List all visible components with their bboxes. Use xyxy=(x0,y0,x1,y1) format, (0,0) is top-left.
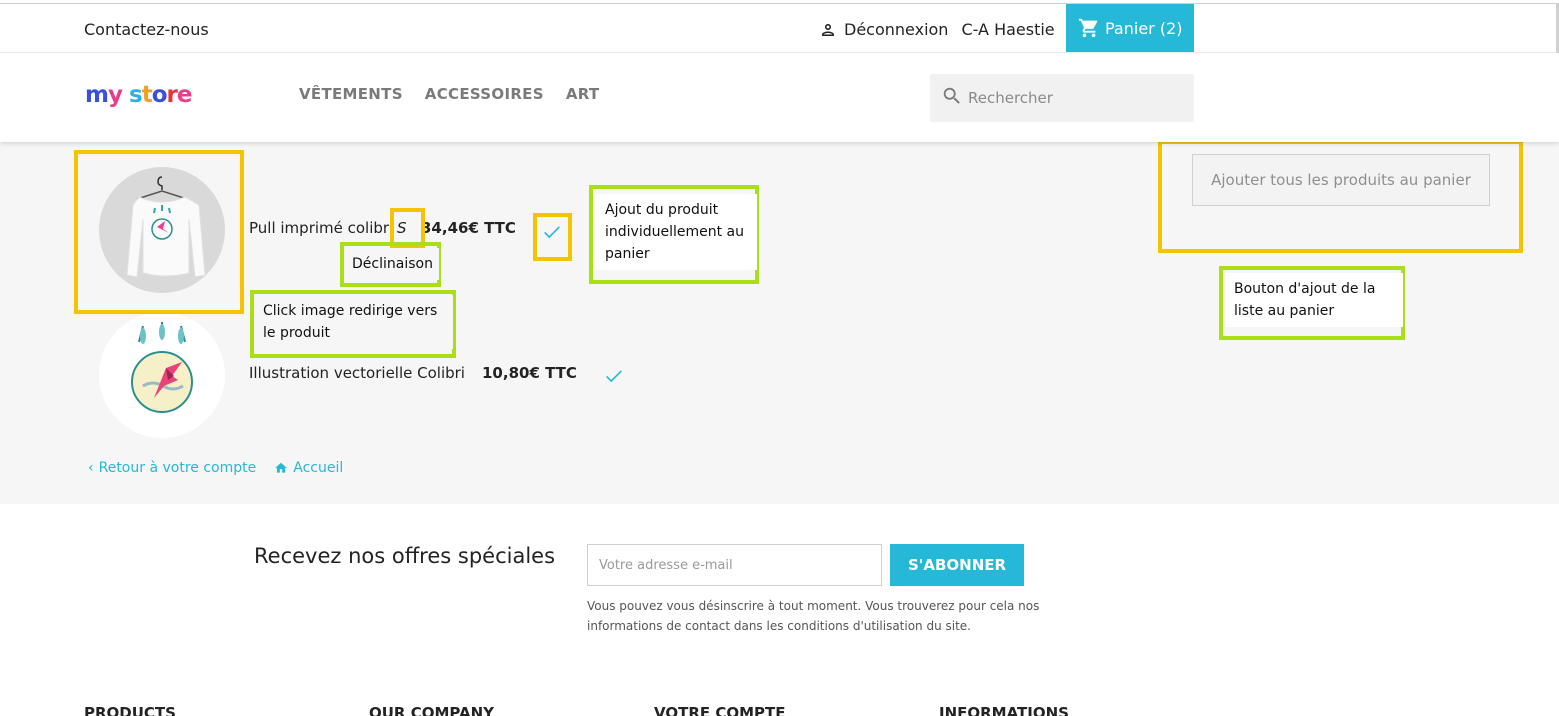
cart-label: Panier xyxy=(1105,18,1155,38)
annotation-variant-box: Déclinaison xyxy=(340,242,441,287)
newsletter-note: Vous pouvez vous désinscrire à tout mome… xyxy=(587,599,1040,633)
highlight-add-single xyxy=(533,213,572,261)
contact-link[interactable]: Contactez-nous xyxy=(84,20,209,39)
product-name-link[interactable]: Illustration vectorielle Colibri xyxy=(249,364,465,382)
home-icon xyxy=(275,462,288,473)
newsletter-email-input[interactable] xyxy=(587,544,882,586)
product-price: 10,80€ TTC xyxy=(482,364,577,382)
user-nav: Déconnexion C-A Haestie xyxy=(818,20,1055,39)
user-icon xyxy=(822,23,834,36)
home-link[interactable]: Accueil xyxy=(274,460,343,476)
subscribe-button[interactable]: S'ABONNER xyxy=(890,544,1024,586)
search-input[interactable] xyxy=(968,84,1178,112)
cart-button[interactable]: Panier (2) xyxy=(1066,4,1194,52)
nav-item-accessoires[interactable]: ACCESSOIRES xyxy=(425,85,544,103)
annotation-image-click-text: Click image redirige vers le produit xyxy=(257,295,453,349)
footer-heading-account: VOTRE COMPTE xyxy=(654,704,786,716)
product-image-illustration[interactable] xyxy=(99,312,225,438)
annotation-variant-text: Déclinaison xyxy=(346,248,439,280)
search-icon[interactable] xyxy=(941,85,963,107)
footer-heading-company: OUR COMPANY xyxy=(369,704,495,716)
account-links: ‹ Retour à votre compte Accueil xyxy=(88,460,343,476)
cart-count: (2) xyxy=(1159,18,1183,38)
product-price: 34,46€ TTC xyxy=(421,219,516,237)
search-box xyxy=(930,74,1194,122)
footer-heading-informations: INFORMATIONS xyxy=(939,704,1069,716)
nav-item-vetements[interactable]: VÊTEMENTS xyxy=(299,85,403,103)
add-to-cart-check-icon[interactable] xyxy=(603,365,625,387)
main-nav: VÊTEMENTS ACCESSOIRES ART xyxy=(299,85,599,103)
top-bar: Contactez-nous Déconnexion C-A Haestie P… xyxy=(0,3,1559,53)
highlight-add-all xyxy=(1158,140,1523,253)
nav-item-art[interactable]: ART xyxy=(566,85,600,103)
footer-heading-products: PRODUCTS xyxy=(84,704,176,716)
highlight-product-image xyxy=(74,150,244,314)
chevron-left-icon: ‹ xyxy=(88,460,94,476)
back-to-account-label: Retour à votre compte xyxy=(98,460,257,476)
annotation-add-list-text: Bouton d'ajout de la liste au panier xyxy=(1225,273,1403,327)
store-logo[interactable]: my store xyxy=(85,82,192,108)
product-name-link[interactable]: Pull imprimé colibri xyxy=(249,219,393,237)
annotation-add-list-box: Bouton d'ajout de la liste au panier xyxy=(1219,266,1405,340)
annotation-add-single-box: Ajout du produit individuellement au pan… xyxy=(589,185,759,284)
home-label: Accueil xyxy=(293,460,344,476)
annotation-image-click-box: Click image redirige vers le produit xyxy=(250,290,456,358)
shopping-cart-icon xyxy=(1078,18,1098,38)
logout-link[interactable]: Déconnexion xyxy=(844,20,948,39)
newsletter-title: Recevez nos offres spéciales xyxy=(254,544,556,568)
hummingbird-illustration-image xyxy=(131,322,193,413)
main-header: my store VÊTEMENTS ACCESSOIRES ART xyxy=(0,54,1559,142)
account-name-link[interactable]: C-A Haestie xyxy=(961,20,1054,39)
back-to-account-link[interactable]: ‹ Retour à votre compte xyxy=(88,460,256,476)
annotation-add-single-text: Ajout du produit individuellement au pan… xyxy=(595,194,757,270)
